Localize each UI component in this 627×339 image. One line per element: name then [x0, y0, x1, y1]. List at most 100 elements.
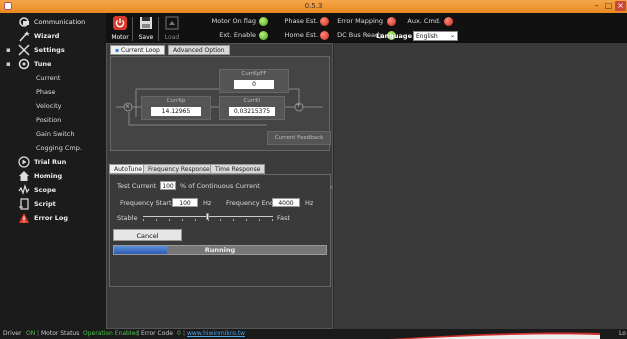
sidebar-item-error-log[interactable]: Error Log [0, 212, 106, 224]
driver-value: ON [26, 330, 36, 337]
tab-icon: ▪ [115, 47, 120, 54]
collapse-panel-icon[interactable]: ‹ [330, 184, 332, 191]
currkp-field[interactable]: 14.12965 [151, 107, 201, 116]
sidebar-item-settings[interactable]: ▪ Settings [0, 44, 106, 56]
sidebar-item-wizard[interactable]: Wizard [0, 30, 106, 42]
save-button-label: Save [138, 34, 154, 41]
load-icon [165, 16, 179, 30]
tab-advanced-option[interactable]: Advanced Option [168, 45, 230, 55]
currki-field[interactable]: 0.03215375 [229, 107, 275, 116]
currkpff-field[interactable]: 0 [234, 80, 274, 89]
sidebar-item-label: Cogging Cmp. [36, 144, 82, 152]
sidebar: Communication Wizard ▪ Settings ▪ Tune C… [0, 13, 106, 329]
status-divider: | [37, 330, 40, 337]
autotune-progress-bar: Running [113, 245, 327, 255]
power-icon [113, 16, 127, 30]
communication-icon [19, 17, 29, 27]
tab-frequency-response[interactable]: Frequency Response [143, 164, 215, 174]
close-button[interactable]: × [615, 1, 626, 11]
slider-tick [143, 219, 144, 221]
sidebar-item-tune[interactable]: ▪ Tune [0, 58, 106, 70]
sidebar-item-gain-switch[interactable]: Gain Switch [0, 128, 106, 140]
settings-icon [18, 44, 30, 56]
sidebar-item-label: Phase [36, 88, 56, 96]
window-title: 0.5.3 [304, 2, 323, 10]
stable-label: Stable [117, 214, 138, 222]
error-mapping-label: Error Mapping [337, 17, 383, 25]
sidebar-item-label: Wizard [34, 32, 60, 40]
collapse-icon[interactable]: ▪ [6, 60, 11, 68]
multiply-node-icon: × [125, 103, 131, 110]
motor-on-flag-label: Motor On flag [211, 17, 256, 25]
aux-cmd-label: Aux. Cmd. [407, 17, 441, 25]
slider-tick [182, 219, 183, 221]
sidebar-item-phase[interactable]: Phase [0, 86, 106, 98]
sidebar-item-homing[interactable]: Homing [0, 170, 106, 182]
sidebar-item-current[interactable]: Current [0, 72, 106, 84]
sidebar-item-trial-run[interactable]: Trial Run [0, 156, 106, 168]
currki-block: CurrKi 0.03215375 [219, 96, 285, 120]
frequency-end-label: Frequency End [226, 199, 274, 207]
load-button-label: Load [164, 34, 180, 41]
minimize-button[interactable]: – [591, 1, 602, 11]
tab-autotune[interactable]: AutoTune [109, 164, 147, 174]
motor-button[interactable]: Motor [109, 16, 131, 41]
error-code-value: 0 [177, 330, 181, 337]
slider-tick [195, 219, 196, 221]
stability-slider[interactable] [143, 212, 273, 222]
tab-frequency-response-label: Frequency Response [148, 166, 210, 173]
play-icon [18, 156, 30, 168]
tab-current-loop-label: Current Loop [121, 47, 160, 54]
tab-advanced-option-label: Advanced Option [173, 47, 225, 54]
wizard-icon [19, 31, 30, 42]
status-right-text: Lo [619, 330, 626, 337]
tune-icon [18, 58, 30, 70]
status-bar: Driver ON | Motor Status Operation Enabl… [0, 329, 627, 339]
phase-est-led [320, 17, 329, 26]
slider-tick [169, 219, 170, 221]
expand-icon[interactable]: ▪ [6, 46, 11, 54]
sidebar-item-label: Velocity [36, 102, 62, 110]
language-select-value: English [416, 33, 438, 40]
title-bar: 0.5.3 – □ × [0, 0, 627, 13]
tab-time-response[interactable]: Time Response [210, 164, 266, 174]
language-select[interactable]: English ⌄ [413, 31, 458, 41]
slider-thumb[interactable] [206, 213, 209, 220]
test-current-input[interactable]: 100 [160, 181, 176, 190]
current-feedback-label: Current Feedback [274, 135, 324, 141]
save-button[interactable]: Save [135, 16, 157, 41]
toolbar: Motor Save Load Motor On flag Ext. Enabl… [106, 13, 627, 43]
tab-time-response-label: Time Response [215, 166, 261, 173]
load-button[interactable]: Load [161, 16, 183, 41]
progress-text: Running [204, 246, 236, 254]
sidebar-item-script[interactable]: Script [0, 198, 106, 210]
frequency-end-input[interactable]: 4000 [272, 198, 300, 207]
website-link[interactable]: www.hiwinmikro.tw [187, 329, 245, 339]
slider-tick [259, 219, 260, 221]
sidebar-item-communication[interactable]: Communication [0, 16, 106, 28]
cancel-button[interactable]: Cancel [113, 229, 182, 241]
brand-swoosh [390, 332, 600, 339]
sidebar-item-label: Settings [34, 46, 65, 54]
sidebar-item-position[interactable]: Position [0, 114, 106, 126]
maximize-button[interactable]: □ [603, 1, 614, 11]
application-window: 0.5.3 – □ × Communication Wizard ▪ Setti… [0, 0, 627, 339]
tab-current-loop[interactable]: ▪ Current Loop [110, 45, 165, 55]
sidebar-item-label: Trial Run [34, 158, 67, 166]
status-divider: | [137, 330, 140, 337]
aux-cmd-led [444, 17, 453, 26]
sidebar-item-label: Homing [34, 172, 63, 180]
currkpff-block: CurrKpFF 0 [219, 69, 289, 93]
frequency-start-input[interactable]: 100 [172, 198, 198, 207]
motor-button-label: Motor [111, 34, 129, 41]
test-current-unit: % of Continuous Current [180, 182, 260, 190]
sidebar-item-cogging-cmp[interactable]: Cogging Cmp. [0, 142, 106, 154]
sidebar-item-label: Gain Switch [36, 130, 75, 138]
sidebar-item-velocity[interactable]: Velocity [0, 100, 106, 112]
tab-autotune-label: AutoTune [114, 166, 142, 173]
sidebar-item-scope[interactable]: Scope [0, 184, 106, 196]
test-current-label: Test Current [117, 182, 157, 190]
save-icon [140, 17, 152, 29]
home-est-led [320, 31, 329, 40]
currkp-block: CurrKp 14.12965 [141, 96, 211, 120]
